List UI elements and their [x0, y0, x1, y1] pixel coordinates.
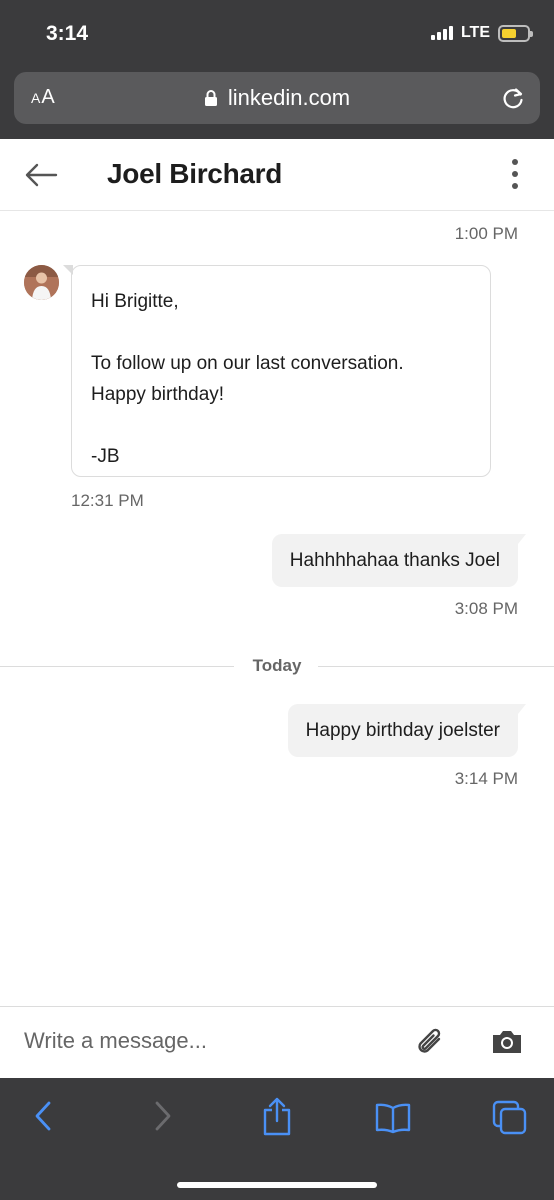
tabs-icon[interactable] [492, 1100, 528, 1136]
message-text: Happy birthday joelster [305, 719, 500, 741]
message-timestamp: 12:31 PM [71, 491, 144, 510]
outgoing-message: Happy birthday joelster [287, 704, 527, 757]
browser-chrome: 3:14 LTE AA linkedin.com [0, 0, 554, 139]
paperclip-icon[interactable] [414, 1025, 446, 1059]
network-type: LTE [460, 24, 490, 41]
back-arrow-icon[interactable] [24, 161, 58, 189]
message-line: Hi Brigitte, [91, 291, 179, 312]
outgoing-message: Hahhhhahaa thanks Joel [271, 534, 527, 587]
back-chevron-icon[interactable] [32, 1100, 54, 1132]
reload-icon[interactable] [500, 85, 526, 111]
incoming-message: Hi Brigitte, To follow up on our last co… [63, 265, 491, 477]
day-separator: Today [0, 655, 554, 677]
status-time: 3:14 [46, 22, 89, 45]
lock-icon [204, 90, 217, 106]
compose-bar [0, 1006, 554, 1078]
message-input[interactable] [24, 1021, 384, 1061]
signal-icon [430, 26, 453, 40]
conversation-header: Joel Birchard [0, 139, 554, 211]
bookmarks-icon[interactable] [374, 1102, 412, 1134]
status-indicators: LTE [430, 24, 533, 42]
message-line: Happy birthday! [91, 384, 225, 405]
camera-icon[interactable] [491, 1027, 523, 1055]
more-options-icon[interactable] [512, 159, 518, 189]
url-text: linkedin.com [227, 85, 351, 110]
message-text: Hahhhhahaa thanks Joel [289, 549, 500, 571]
url-display[interactable]: linkedin.com [14, 85, 540, 111]
message-timestamp: 1:00 PM [454, 224, 518, 243]
home-indicator [177, 1182, 377, 1188]
forward-chevron-icon[interactable] [152, 1100, 174, 1132]
message-timestamp: 3:14 PM [454, 769, 518, 788]
message-line: -JB [91, 446, 120, 467]
message-timestamp: 3:08 PM [454, 599, 518, 618]
message-line: To follow up on our last conversation. [91, 353, 404, 374]
address-bar[interactable]: AA linkedin.com [14, 72, 540, 124]
conversation-title: Joel Birchard [107, 158, 283, 189]
avatar[interactable] [24, 265, 59, 300]
share-icon[interactable] [260, 1096, 294, 1136]
battery-icon [498, 24, 533, 42]
